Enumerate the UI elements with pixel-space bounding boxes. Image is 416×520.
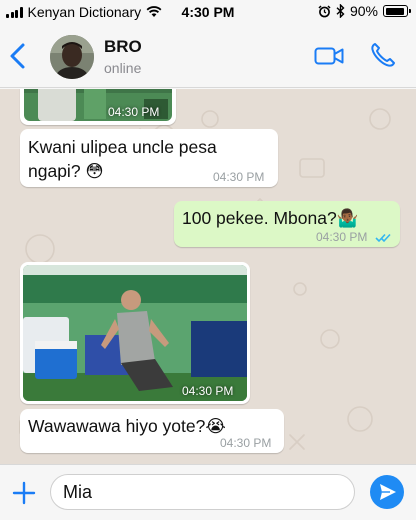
message-composer [0,464,416,520]
message-time: 04:30 PM [220,436,272,450]
message-text: 100 pekee. Mbona?🤷🏾‍♂️ [182,208,359,228]
message-time: 04:30 PM [213,170,265,184]
send-icon [380,484,396,500]
alarm-icon [318,4,331,17]
message-time: 04:30 PM [316,230,368,244]
plus-icon[interactable] [10,479,38,507]
message-text: Wawawawa hiyo yote?😭 [28,416,226,436]
incoming-message[interactable]: Kwani ulipea uncle pesa ngapi? 😳 04:30 P… [20,129,278,187]
battery-icon [383,5,411,17]
message-time: 04:30 PM [108,105,160,119]
bluetooth-icon [336,4,345,18]
outgoing-message[interactable]: 100 pekee. Mbona?🤷🏾‍♂️ 04:30 PM [174,201,400,247]
contact-name[interactable]: BRO [104,37,142,57]
incoming-message[interactable]: Wawawawa hiyo yote?😭 04:30 PM [20,409,284,453]
back-chevron-icon[interactable] [6,42,30,70]
contact-status: online [104,60,142,76]
message-input[interactable] [50,474,355,510]
image-message[interactable]: 04:30 PM [20,89,176,125]
status-right: 90% [318,3,411,19]
battery-percent: 90% [349,3,378,19]
avatar[interactable] [50,35,94,79]
chat-area[interactable]: 04:30 PM Kwani ulipea uncle pesa ngapi? … [0,89,416,464]
phone-call-icon[interactable] [370,42,396,68]
image-message[interactable]: 04:30 PM [20,262,250,404]
double-check-read-icon [375,233,391,243]
message-text-line: Kwani ulipea uncle pesa [28,137,217,157]
battery-fill [385,7,404,15]
message-text-line: ngapi? 😳 [28,161,104,181]
shared-photo[interactable] [23,265,247,401]
send-button[interactable] [370,475,404,509]
message-time: 04:30 PM [182,384,234,398]
status-bar: Kenyan Dictionary 4:30 PM 90% [0,0,416,24]
video-call-icon[interactable] [314,44,344,68]
chat-header: BRO online [0,24,416,88]
